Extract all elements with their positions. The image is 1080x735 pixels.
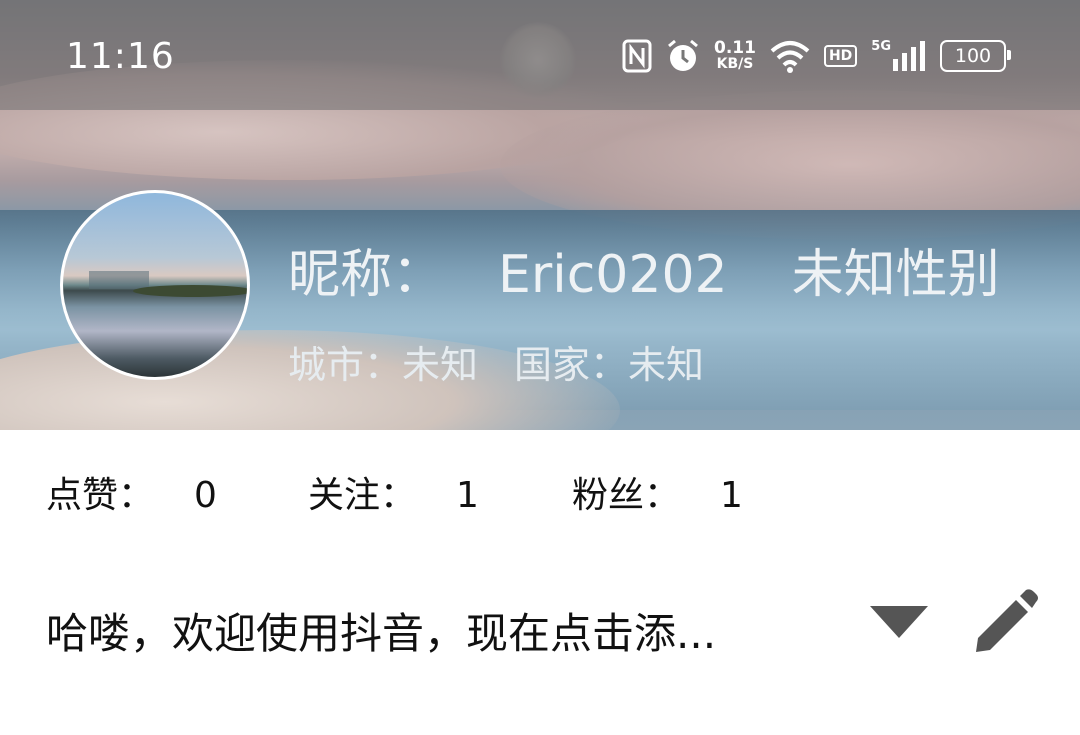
net-speed: 0.11 KB/S [713,38,756,73]
nickname-label: 昵称： [288,245,445,305]
city-label: 城市： [288,343,403,387]
battery-icon: 100 [940,40,1011,72]
gender-value: 未知性别 [791,245,1000,305]
profile-header-background: 11:16 0.11 KB/S HD 5G 100 昵称： Eric0202 未… [0,0,1080,430]
network-type: 5G [871,39,891,54]
net-speed-unit: KB/S [716,56,754,72]
nickname-line: 昵称： Eric0202 未知性别 [288,232,1000,307]
triangle-down-icon [870,606,928,638]
nickname-value: Eric0202 [498,245,728,305]
likes-label: 点赞： [46,475,155,516]
stat-likes[interactable]: 点赞： 0 [46,466,217,518]
avatar-image-detail [133,285,247,297]
cell-signal: 5G [871,39,926,73]
status-bar: 11:16 0.11 KB/S HD 5G 100 [0,0,1080,110]
stat-following[interactable]: 关注： 1 [308,466,479,518]
status-time: 11:16 [66,36,175,77]
followers-label: 粉丝： [572,475,681,516]
wifi-icon [770,41,810,73]
country-value: 未知 [628,343,705,387]
battery-level: 100 [954,45,992,67]
following-label: 关注： [308,475,417,516]
pencil-icon [976,589,1038,652]
expand-bio-button[interactable] [868,604,930,640]
likes-value: 0 [194,475,217,516]
alarm-icon [668,39,698,71]
bio-text[interactable]: 哈喽，欢迎使用抖音，现在点击添... [46,600,816,661]
following-value: 1 [456,475,479,516]
avatar-image-detail [89,271,149,289]
signal-icon [893,41,925,71]
stat-followers[interactable]: 粉丝： 1 [572,466,743,518]
edit-bio-button[interactable] [970,588,1040,658]
net-speed-value: 0.11 [713,38,756,58]
city-value: 未知 [402,343,479,387]
country-label: 国家： [514,343,629,387]
hd-badge: HD [823,45,858,67]
location-line: 城市：未知 国家：未知 [288,334,704,389]
followers-value: 1 [720,475,743,516]
avatar[interactable] [60,190,250,380]
nfc-icon [622,39,652,73]
status-icons: 0.11 KB/S HD 5G 100 [622,34,1011,78]
